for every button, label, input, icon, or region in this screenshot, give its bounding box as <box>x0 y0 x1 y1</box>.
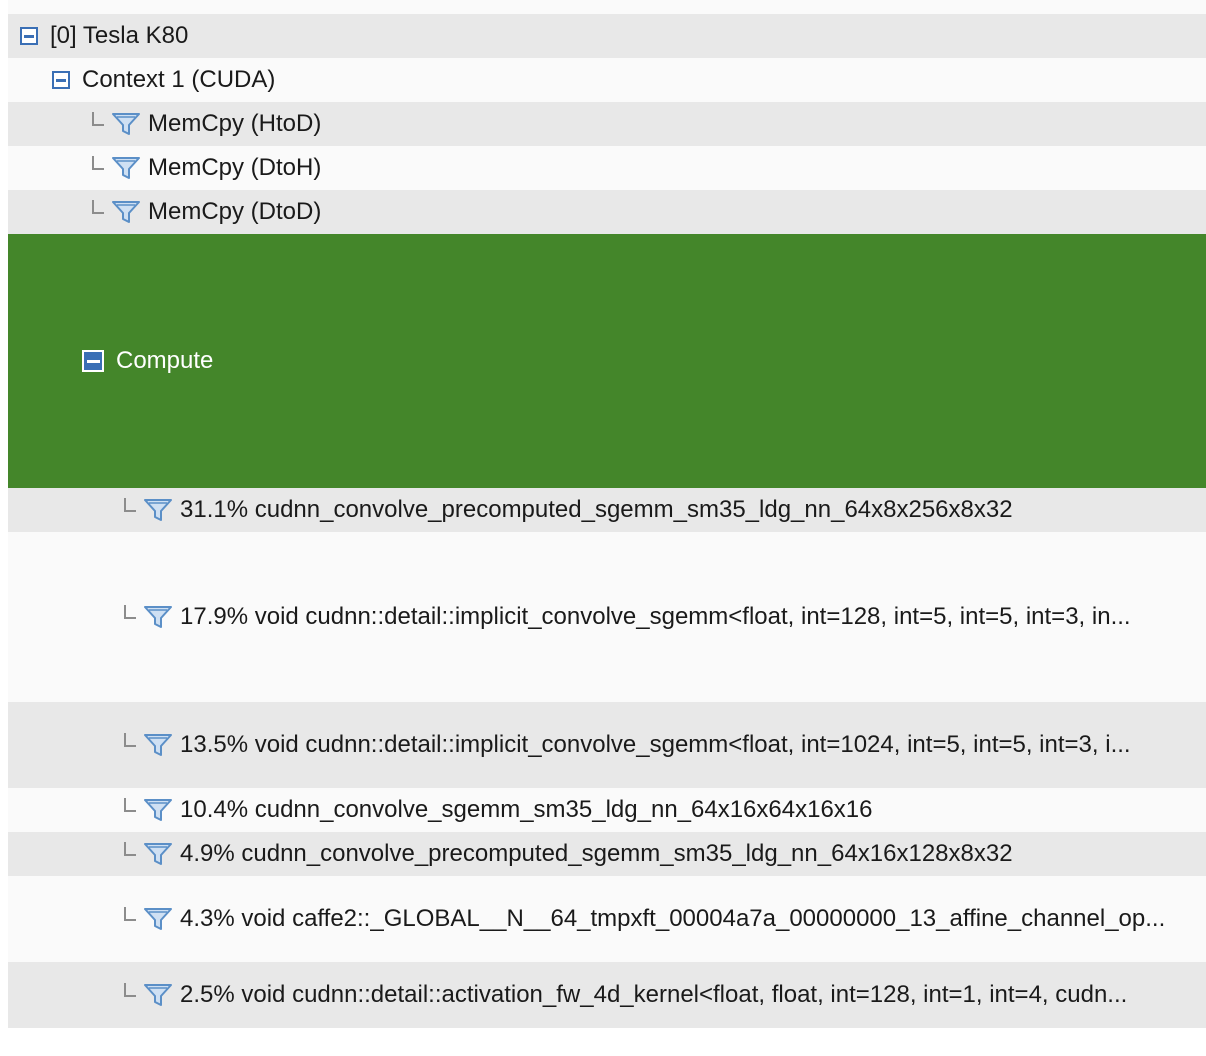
tree-row-kernel[interactable]: 13.5% void cudnn::detail::implicit_convo… <box>8 702 1206 788</box>
funnel-filter-icon[interactable] <box>144 605 172 629</box>
partially-hidden-row <box>8 0 1206 14</box>
tree-row-memcpy-htod[interactable]: MemCpy (HtoD) <box>8 102 1206 146</box>
tree-connector <box>124 983 136 997</box>
tree-row-kernel[interactable]: 4.9% cudnn_convolve_precomputed_sgemm_sm… <box>8 832 1206 876</box>
tree-connector <box>124 798 136 812</box>
memcpy-label: MemCpy (DtoD) <box>148 198 322 225</box>
funnel-filter-icon[interactable] <box>144 733 172 757</box>
tree-row-memcpy-dtod[interactable]: MemCpy (DtoD) <box>8 190 1206 234</box>
tree-connector <box>92 200 104 214</box>
funnel-filter-icon[interactable] <box>144 798 172 822</box>
tree-row-device[interactable]: [0] Tesla K80 <box>8 14 1206 58</box>
tree-connector <box>124 733 136 747</box>
kernel-label: 17.9% void cudnn::detail::implicit_convo… <box>180 603 1131 630</box>
kernel-label: 4.3% void caffe2::_GLOBAL__N__64_tmpxft_… <box>180 905 1166 932</box>
funnel-filter-icon[interactable] <box>144 498 172 522</box>
compute-label: Compute <box>116 347 214 374</box>
funnel-filter-icon[interactable] <box>112 200 140 224</box>
empty-area <box>8 1028 1206 1056</box>
tree-connector <box>92 156 104 170</box>
funnel-filter-icon[interactable] <box>112 112 140 136</box>
tree-row-kernel[interactable]: 17.9% void cudnn::detail::implicit_convo… <box>8 532 1206 702</box>
funnel-filter-icon[interactable] <box>144 983 172 1007</box>
collapse-minus-icon[interactable] <box>20 27 38 45</box>
tree-row-compute[interactable]: Compute <box>8 234 1206 488</box>
memcpy-label: MemCpy (HtoD) <box>148 110 322 137</box>
tree-row-kernel[interactable]: 10.4% cudnn_convolve_sgemm_sm35_ldg_nn_6… <box>8 788 1206 832</box>
tree-connector <box>124 842 136 856</box>
tree-connector <box>124 605 136 619</box>
device-label: [0] Tesla K80 <box>50 22 189 49</box>
tree-row-kernel[interactable]: 4.3% void caffe2::_GLOBAL__N__64_tmpxft_… <box>8 876 1206 962</box>
tree-row-context[interactable]: Context 1 (CUDA) <box>8 58 1206 102</box>
kernel-label: 2.5% void cudnn::detail::activation_fw_4… <box>180 981 1128 1008</box>
tree-row-kernel[interactable]: 2.5% void cudnn::detail::activation_fw_4… <box>8 962 1206 1028</box>
funnel-filter-icon[interactable] <box>144 842 172 866</box>
kernel-label: 10.4% cudnn_convolve_sgemm_sm35_ldg_nn_6… <box>180 796 873 823</box>
tree-row-memcpy-dtoh[interactable]: MemCpy (DtoH) <box>8 146 1206 190</box>
tree-connector <box>92 112 104 126</box>
kernel-label: 13.5% void cudnn::detail::implicit_convo… <box>180 731 1131 758</box>
funnel-filter-icon[interactable] <box>112 156 140 180</box>
context-label: Context 1 (CUDA) <box>82 66 276 93</box>
kernel-label: 31.1% cudnn_convolve_precomputed_sgemm_s… <box>180 496 1013 523</box>
tree-connector <box>124 498 136 512</box>
kernel-label: 4.9% cudnn_convolve_precomputed_sgemm_sm… <box>180 840 1013 867</box>
collapse-minus-icon[interactable] <box>82 350 104 372</box>
funnel-filter-icon[interactable] <box>144 907 172 931</box>
collapse-minus-icon[interactable] <box>52 71 70 89</box>
memcpy-label: MemCpy (DtoH) <box>148 154 322 181</box>
tree-view: [0] Tesla K80 Context 1 (CUDA) MemCpy (H… <box>8 0 1206 1056</box>
tree-connector <box>124 907 136 921</box>
tree-row-kernel[interactable]: 31.1% cudnn_convolve_precomputed_sgemm_s… <box>8 488 1206 532</box>
